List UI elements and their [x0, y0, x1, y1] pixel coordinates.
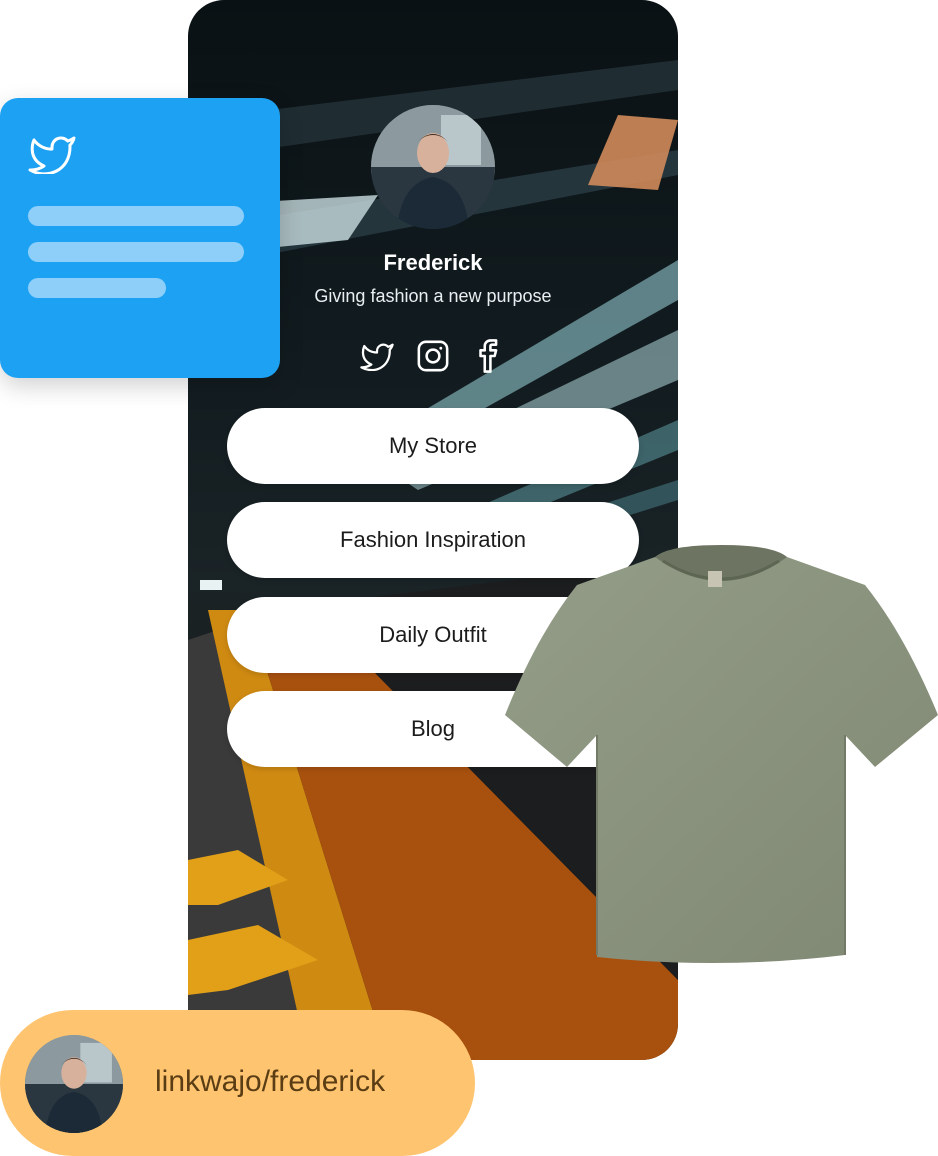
link-button-my-store[interactable]: My Store — [227, 408, 639, 484]
profile-avatar — [371, 105, 495, 229]
profile-url-pill[interactable]: linkwajo/frederick — [0, 1010, 475, 1156]
twitter-icon[interactable] — [359, 338, 395, 374]
tshirt-icon — [505, 545, 938, 965]
facebook-icon[interactable] — [471, 338, 507, 374]
twitter-card — [0, 98, 280, 378]
profile-url: linkwajo/frederick — [155, 1065, 386, 1098]
instagram-icon[interactable] — [415, 338, 451, 374]
twitter-icon — [28, 134, 76, 179]
text-placeholder-line — [28, 206, 244, 226]
url-avatar — [25, 1035, 123, 1133]
text-placeholder-line — [28, 242, 244, 262]
text-placeholder-line — [28, 278, 166, 298]
